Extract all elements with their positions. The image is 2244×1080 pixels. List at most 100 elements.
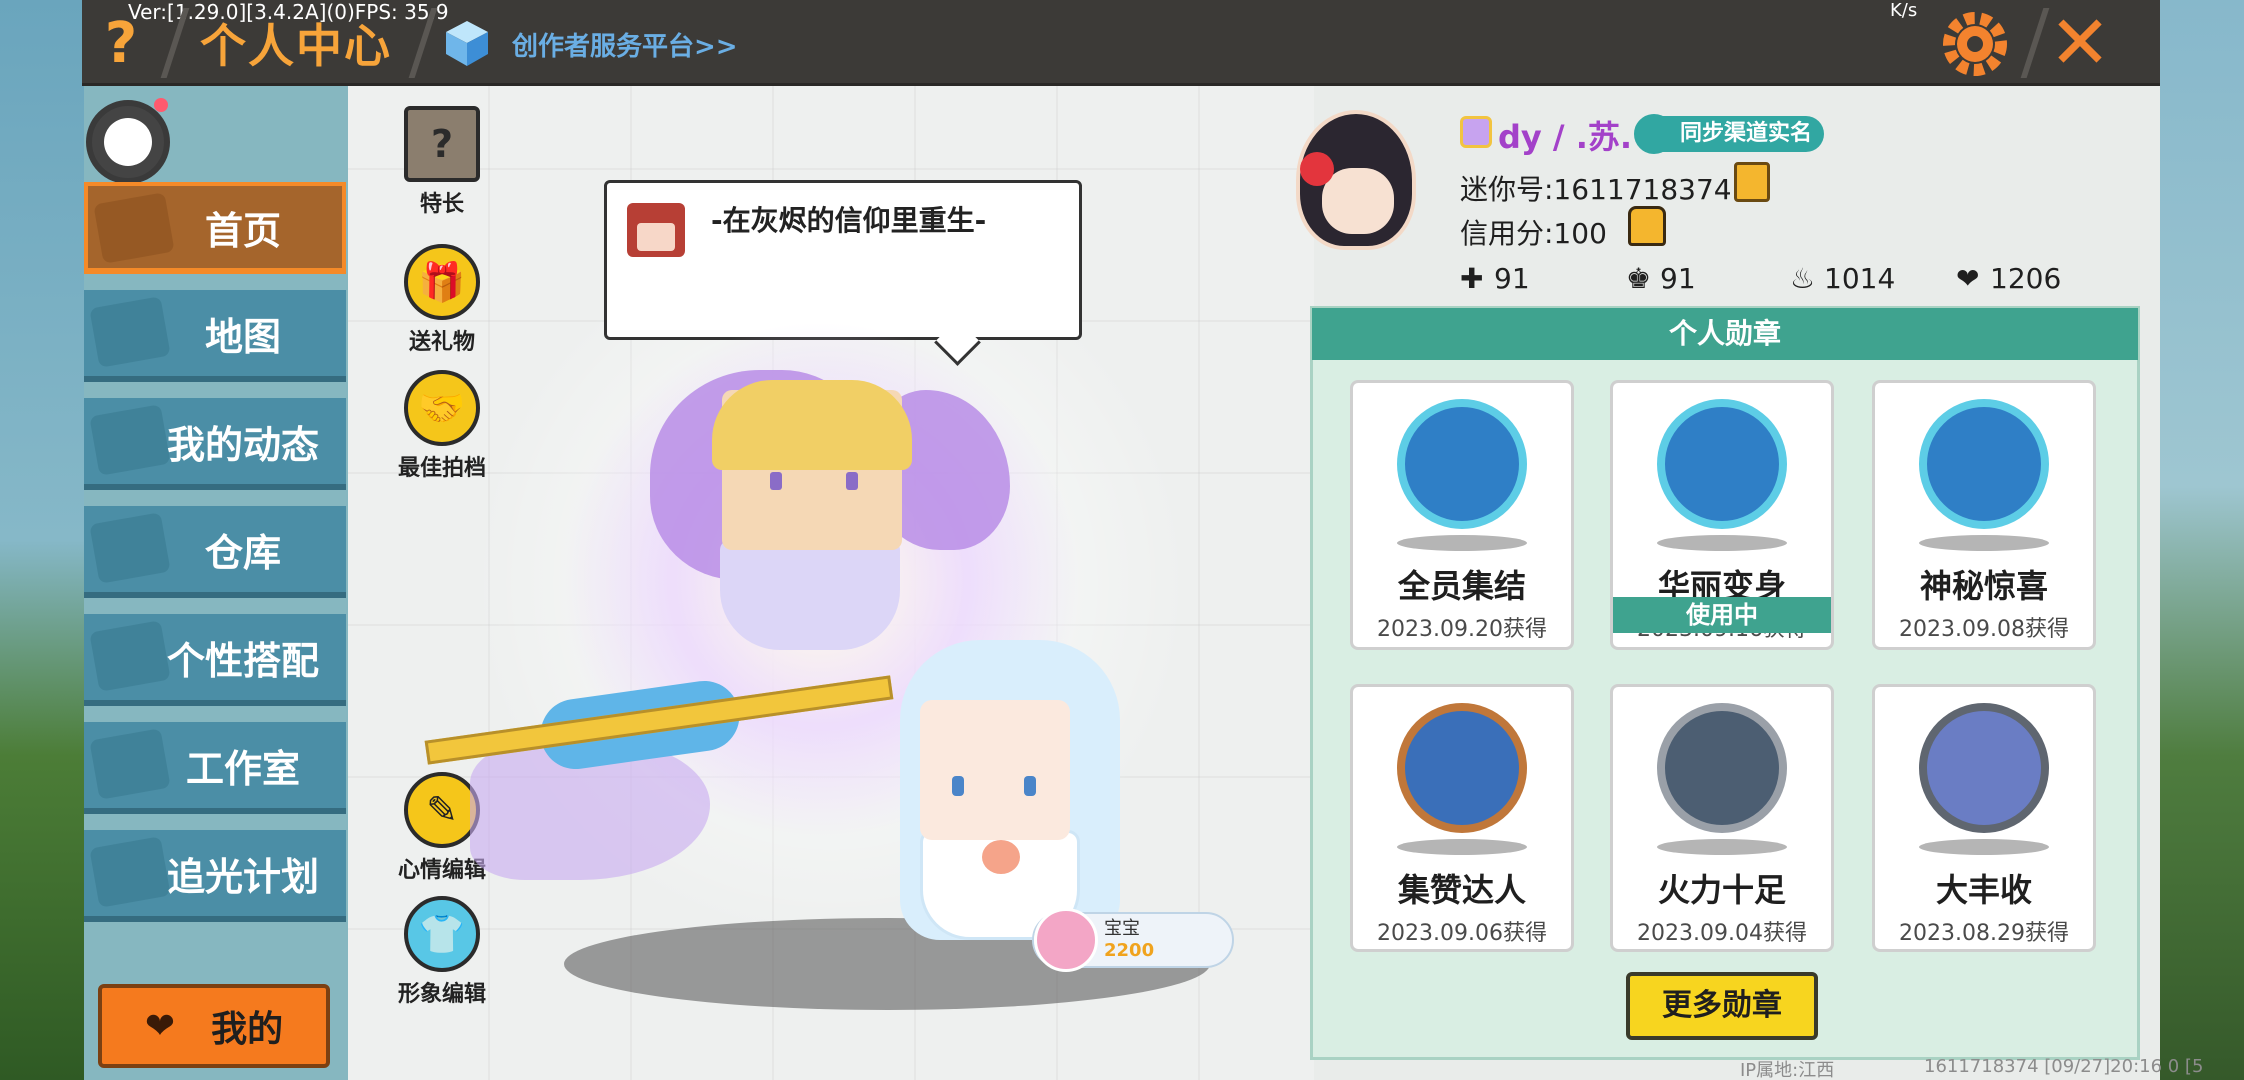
credit-icon[interactable] bbox=[1628, 206, 1666, 246]
network-speed: K/s bbox=[1890, 0, 1918, 21]
outfit-icon bbox=[89, 620, 171, 692]
warehouse-icon bbox=[89, 512, 171, 584]
best-partner-button[interactable]: 🤝 最佳拍档 bbox=[392, 370, 492, 482]
plus-icon: ✚ bbox=[1460, 262, 1484, 295]
rank-icon bbox=[1460, 116, 1492, 148]
pet-value: 2200 bbox=[1104, 940, 1155, 961]
medal-name: 神秘惊喜 bbox=[1919, 567, 2048, 605]
close-icon[interactable]: ✕ bbox=[2040, 4, 2120, 82]
heart-icon: ❤ bbox=[1956, 262, 1980, 295]
sidebar-item-outfit[interactable]: 个性搭配 bbox=[84, 614, 346, 706]
best-partner-label: 最佳拍档 bbox=[397, 456, 486, 481]
credit-score: 信用分:100 bbox=[1460, 217, 1607, 250]
sidebar-item-activity[interactable]: 我的动态 bbox=[84, 398, 346, 490]
sidebar-item-map[interactable]: 地图 bbox=[84, 290, 346, 382]
stat-value: 1206 bbox=[1990, 262, 2062, 295]
companion-eye bbox=[952, 776, 964, 796]
sidebar-item-studio[interactable]: 工作室 bbox=[84, 722, 346, 814]
medal-icon bbox=[1919, 703, 2049, 833]
sidebar-item-label: 追光计划 bbox=[166, 854, 319, 899]
stat-fans[interactable]: ♚ 91 bbox=[1626, 262, 1696, 295]
companion-eye bbox=[1024, 776, 1036, 796]
handshake-icon: 🤝 bbox=[404, 370, 480, 446]
medal-card[interactable]: 集赞达人 2023.09.06获得 bbox=[1350, 684, 1574, 952]
medal-shadow bbox=[1657, 535, 1787, 551]
companion-heart bbox=[982, 840, 1020, 874]
character-eye bbox=[770, 472, 782, 490]
light-chase-icon bbox=[89, 836, 171, 908]
medal-date: 2023.09.06获得 bbox=[1377, 921, 1547, 946]
medal-shadow bbox=[1919, 839, 2049, 855]
medal-date: 2023.09.08获得 bbox=[1899, 617, 2069, 642]
medal-shadow bbox=[1397, 839, 1527, 855]
notification-dot bbox=[154, 98, 168, 112]
mine-button[interactable]: ❤ 我的 bbox=[98, 984, 330, 1068]
medal-date: 2023.09.20获得 bbox=[1377, 617, 1547, 642]
medal-name: 大丰收 bbox=[1935, 871, 2032, 909]
medal-icon bbox=[1397, 399, 1527, 529]
medal-shadow bbox=[1919, 535, 2049, 551]
medal-icon bbox=[1657, 703, 1787, 833]
medal-card[interactable]: 使用中 华丽变身 2023.09.16获得 bbox=[1610, 380, 1834, 650]
more-medals-button[interactable]: 更多勋章 bbox=[1626, 972, 1818, 1040]
character-hair bbox=[712, 380, 912, 470]
sidebar-item-label: 首页 bbox=[204, 208, 281, 253]
image-edit-button[interactable]: 👕 形象编辑 bbox=[392, 896, 492, 1008]
gift-button[interactable]: 🎁 送礼物 bbox=[392, 244, 492, 356]
medal-name: 集赞达人 bbox=[1397, 871, 1526, 909]
medal-date: 2023.09.04获得 bbox=[1637, 921, 1807, 946]
sidebar-item-warehouse[interactable]: 仓库 bbox=[84, 506, 346, 598]
stat-value: 91 bbox=[1660, 262, 1696, 295]
stat-likes[interactable]: ❤ 1206 bbox=[1956, 262, 2061, 295]
companion-head bbox=[920, 700, 1070, 840]
medal-panel-title: 个人勋章 bbox=[1312, 308, 2138, 360]
stat-popularity[interactable]: ♨ 1014 bbox=[1790, 262, 1895, 295]
mood-text: -在灰烬的信仰里重生- bbox=[711, 204, 987, 237]
medal-icon bbox=[1657, 399, 1787, 529]
medal-icon bbox=[1919, 399, 2049, 529]
home-icon bbox=[93, 192, 175, 264]
map-icon bbox=[89, 296, 171, 368]
creator-platform-link[interactable]: 创作者服务平台>> bbox=[512, 26, 738, 63]
medal-name: 火力十足 bbox=[1657, 871, 1786, 909]
image-edit-label: 形象编辑 bbox=[397, 982, 486, 1007]
sidebar-item-light-chase[interactable]: 追光计划 bbox=[84, 830, 346, 922]
sidebar-item-label: 地图 bbox=[204, 314, 281, 359]
studio-icon bbox=[89, 728, 171, 800]
medal-shadow bbox=[1657, 839, 1787, 855]
page-title: 个人中心 bbox=[200, 19, 392, 73]
sidebar-item-label: 仓库 bbox=[204, 530, 281, 575]
gift-label: 送礼物 bbox=[408, 330, 475, 355]
sidebar-item-label: 我的动态 bbox=[166, 422, 319, 467]
medal-card[interactable]: 全员集结 2023.09.20获得 bbox=[1350, 380, 1574, 650]
medal-card[interactable]: 火力十足 2023.09.04获得 bbox=[1610, 684, 1834, 952]
medal-icon bbox=[1397, 703, 1527, 833]
record-icon[interactable] bbox=[86, 100, 170, 184]
medal-card[interactable]: 大丰收 2023.08.29获得 bbox=[1872, 684, 2096, 952]
nickname: dy / .苏. bbox=[1498, 118, 1633, 156]
character-body bbox=[720, 540, 900, 650]
footer-id-time: 1611718374 [09/27]20:16 0 [5 bbox=[1924, 1056, 2204, 1077]
specialty-button[interactable]: ? 特长 bbox=[392, 106, 492, 218]
heart-icon: ❤ bbox=[144, 1005, 176, 1047]
mine-label: 我的 bbox=[211, 1009, 284, 1050]
sidebar-item-home[interactable]: 首页 bbox=[84, 182, 346, 274]
background-right bbox=[2160, 0, 2244, 1080]
medal-card[interactable]: 神秘惊喜 2023.09.08获得 bbox=[1872, 380, 2096, 650]
medal-name: 全员集结 bbox=[1397, 567, 1526, 605]
stat-friends[interactable]: ✚ 91 bbox=[1460, 262, 1530, 295]
cube-icon[interactable] bbox=[442, 18, 492, 68]
sidebar-item-label: 工作室 bbox=[185, 746, 300, 791]
sync-realname-button[interactable]: 同步渠道实名 bbox=[1636, 116, 1825, 152]
outfit-edit-icon: 👕 bbox=[404, 896, 480, 972]
stat-value: 1014 bbox=[1824, 262, 1896, 295]
fire-icon: ♨ bbox=[1790, 262, 1816, 295]
medal-date: 2023.08.29获得 bbox=[1899, 921, 2069, 946]
bell-icon bbox=[89, 404, 171, 476]
gear-icon[interactable] bbox=[1940, 4, 2010, 82]
mood-bubble[interactable]: -在灰烬的信仰里重生- bbox=[604, 180, 1082, 340]
copy-icon[interactable] bbox=[1734, 162, 1770, 202]
pet-name: 宝宝 bbox=[1104, 918, 1140, 939]
specialty-label: 特长 bbox=[419, 192, 464, 217]
question-box-icon: ? bbox=[404, 106, 480, 182]
